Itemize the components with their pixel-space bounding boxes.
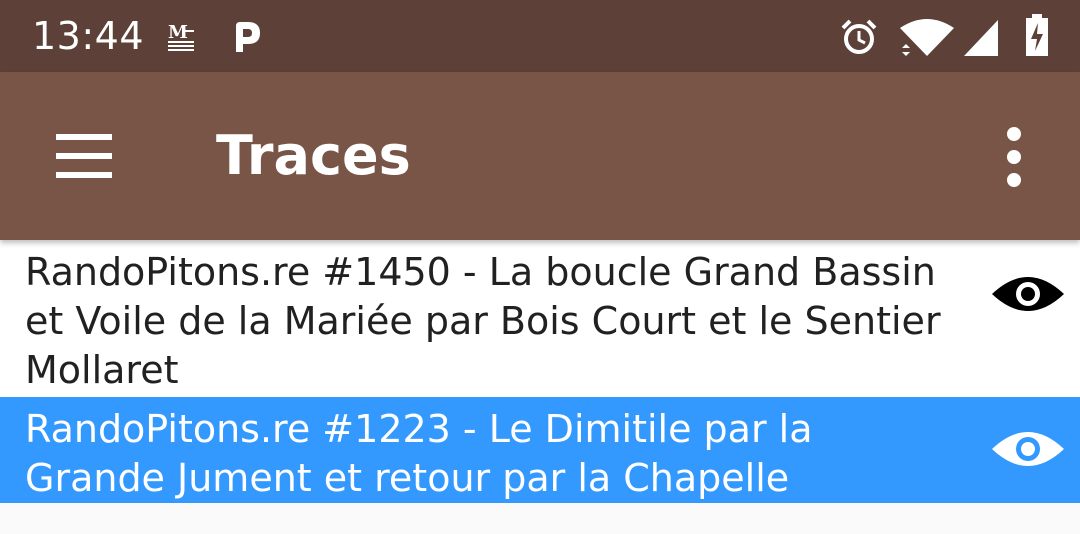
alarm-icon bbox=[841, 19, 877, 54]
wifi-icon bbox=[900, 19, 954, 56]
battery-charging-icon bbox=[1026, 14, 1048, 56]
eye-icon[interactable] bbox=[990, 266, 1066, 322]
signal-icon bbox=[964, 20, 998, 56]
page-title: Traces bbox=[216, 124, 411, 187]
trace-row[interactable]: RandoPitons.re #1450 - La boucle Grand B… bbox=[0, 240, 1080, 397]
more-vert-icon[interactable] bbox=[990, 122, 1038, 192]
p-app-icon bbox=[236, 22, 260, 52]
app-toolbar: Traces bbox=[0, 72, 1080, 240]
trace-list: RandoPitons.re #1450 - La boucle Grand B… bbox=[0, 240, 1080, 503]
eye-icon[interactable] bbox=[990, 421, 1066, 477]
status-bar: 13:44 M bbox=[0, 0, 1080, 72]
trace-title: RandoPitons.re #1450 - La boucle Grand B… bbox=[25, 250, 941, 392]
trace-title: RandoPitons.re #1223 - Le Dimitile par l… bbox=[25, 407, 813, 500]
status-time: 13:44 bbox=[32, 14, 145, 58]
hamburger-menu-icon[interactable] bbox=[48, 126, 120, 186]
trace-row-selected[interactable]: RandoPitons.re #1223 - Le Dimitile par l… bbox=[0, 397, 1080, 503]
email-glyph: M bbox=[168, 22, 188, 43]
email-icon: M bbox=[168, 22, 194, 51]
